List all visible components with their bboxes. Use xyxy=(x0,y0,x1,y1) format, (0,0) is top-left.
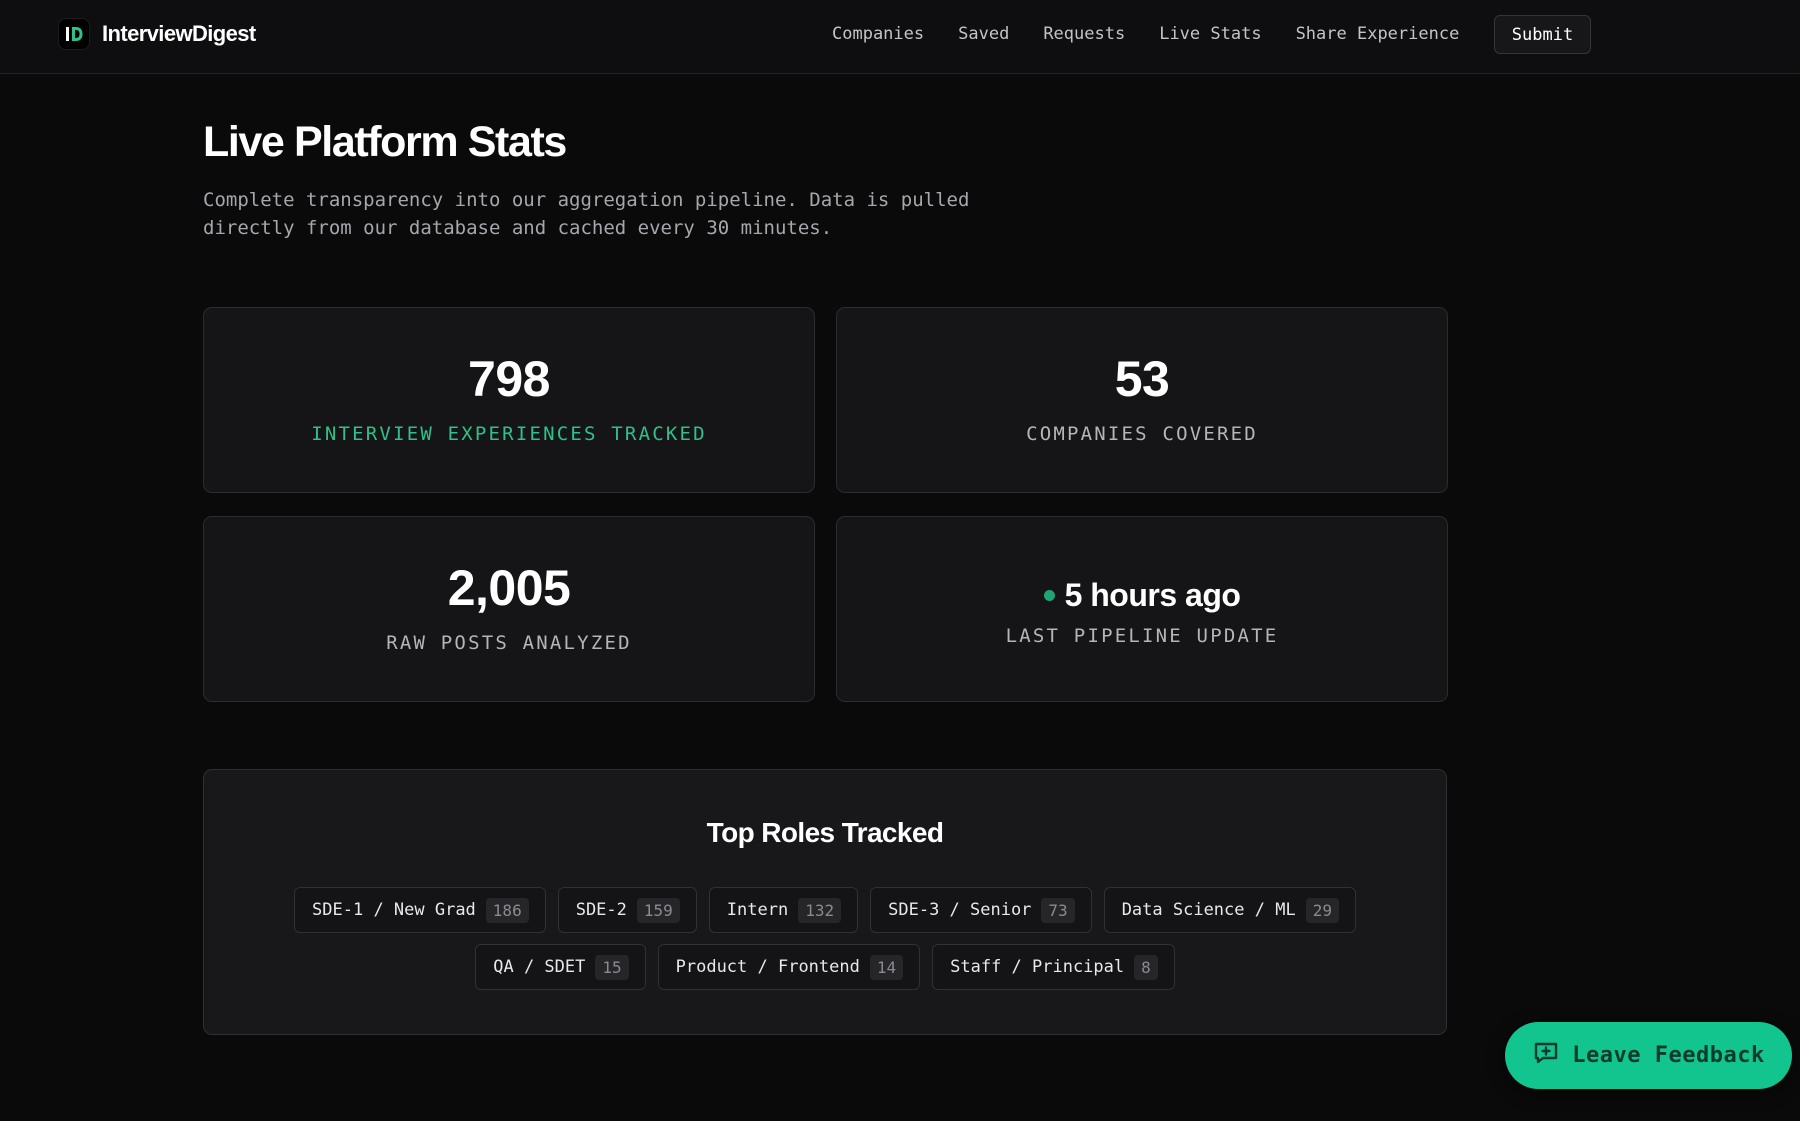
role-name: Staff / Principal xyxy=(950,957,1125,977)
stat-card-companies: 53 COMPANIES COVERED xyxy=(836,307,1448,493)
stat-value: 798 xyxy=(468,351,550,407)
nav-share-experience[interactable]: Share Experience xyxy=(1296,24,1460,44)
live-status-dot-icon xyxy=(1043,590,1055,601)
role-count: 73 xyxy=(1041,897,1075,923)
page-title: Live Platform Stats xyxy=(203,118,567,166)
role-chip[interactable]: SDE-3 / Senior 73 xyxy=(870,887,1092,933)
role-chip[interactable]: SDE-2 159 xyxy=(557,887,697,933)
stat-label: LAST PIPELINE UPDATE xyxy=(1005,625,1279,647)
role-count: 8 xyxy=(1134,954,1158,980)
role-count: 186 xyxy=(485,897,529,923)
role-name: SDE-2 xyxy=(575,900,627,920)
nav-requests[interactable]: Requests xyxy=(1043,24,1125,44)
role-name: Data Science / ML xyxy=(1121,900,1296,920)
stat-label: RAW POSTS ANALYZED xyxy=(386,632,632,654)
role-chip[interactable]: SDE-1 / New Grad 186 xyxy=(294,887,546,933)
stat-label: COMPANIES COVERED xyxy=(1026,423,1258,445)
stat-card-last-update: 5 hours ago LAST PIPELINE UPDATE xyxy=(836,516,1448,702)
nav-companies[interactable]: Companies xyxy=(832,24,924,44)
stat-card-raw-posts: 2,005 RAW POSTS ANALYZED xyxy=(203,516,815,702)
stat-value: 53 xyxy=(1114,351,1170,407)
leave-feedback-button[interactable]: Leave Feedback xyxy=(1505,1022,1792,1089)
nav-live-stats[interactable]: Live Stats xyxy=(1159,24,1261,44)
message-plus-icon xyxy=(1532,1039,1560,1073)
role-count: 29 xyxy=(1305,897,1339,923)
roles-chip-row: QA / SDET 15 Product / Frontend 14 Staff… xyxy=(204,944,1446,990)
submit-button[interactable]: Submit xyxy=(1494,15,1591,54)
stat-value: 2,005 xyxy=(447,560,571,616)
role-count: 14 xyxy=(869,954,904,980)
role-chip[interactable]: Data Science / ML 29 xyxy=(1103,887,1356,933)
role-count: 159 xyxy=(636,897,680,923)
role-chip[interactable]: QA / SDET 15 xyxy=(475,944,646,990)
leave-feedback-label: Leave Feedback xyxy=(1572,1043,1765,1068)
stat-value-row: 5 hours ago xyxy=(837,577,1447,614)
roles-chip-row: SDE-1 / New Grad 186 SDE-2 159 Intern 13… xyxy=(204,887,1446,933)
page-description: Complete transparency into our aggregati… xyxy=(203,189,970,239)
role-chip[interactable]: Intern 132 xyxy=(708,887,859,933)
role-name: Product / Frontend xyxy=(675,957,860,977)
role-count: 15 xyxy=(595,954,629,980)
role-name: SDE-3 / Senior xyxy=(888,900,1032,920)
brand[interactable]: InterviewDigest xyxy=(58,18,256,50)
last-update-value: 5 hours ago xyxy=(1064,577,1241,613)
brand-name: InterviewDigest xyxy=(102,21,256,46)
role-chip[interactable]: Product / Frontend 14 xyxy=(657,944,921,990)
top-roles-panel: Top Roles Tracked SDE-1 / New Grad 186 S… xyxy=(203,769,1447,1035)
roles-title: Top Roles Tracked xyxy=(706,817,944,848)
role-name: QA / SDET xyxy=(493,957,586,977)
top-navigation-bar: InterviewDigest Companies Saved Requests… xyxy=(0,0,1800,74)
role-count: 132 xyxy=(798,897,842,923)
stat-label: INTERVIEW EXPERIENCES TRACKED xyxy=(311,423,707,445)
role-name: SDE-1 / New Grad xyxy=(312,900,476,920)
main-nav: Companies Saved Requests Live Stats Shar… xyxy=(832,24,1493,44)
nav-saved[interactable]: Saved xyxy=(958,24,1009,44)
role-name: Intern xyxy=(726,900,789,920)
role-chip[interactable]: Staff / Principal 8 xyxy=(932,944,1175,990)
stat-card-experiences: 798 INTERVIEW EXPERIENCES TRACKED xyxy=(203,307,815,493)
brand-logo-icon xyxy=(58,18,90,50)
